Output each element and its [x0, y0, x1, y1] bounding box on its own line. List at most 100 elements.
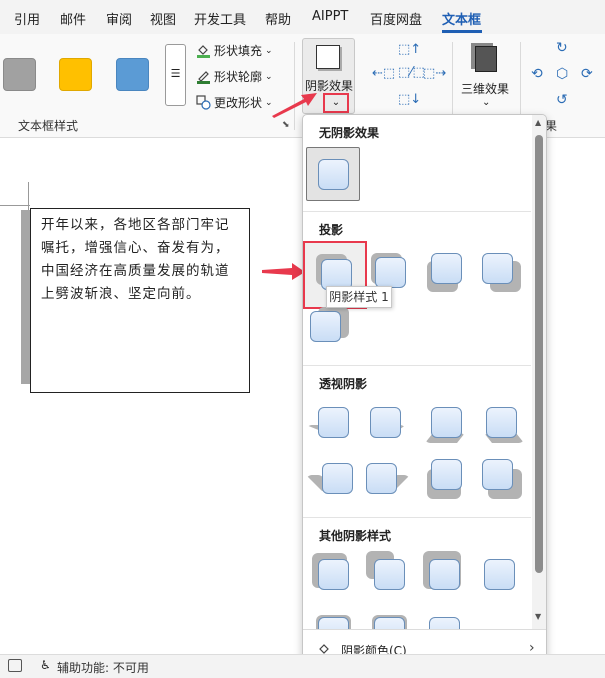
perspective-shadow-1-option[interactable]	[306, 399, 356, 445]
tilt-right-icon[interactable]: ⟳	[581, 66, 593, 82]
perspective-shadow-4-option[interactable]	[478, 399, 524, 445]
section-divider	[303, 365, 531, 366]
page-view-icon[interactable]	[8, 659, 22, 672]
chevron-down-icon: ⌄	[482, 97, 491, 108]
perspective-shadow-3-option[interactable]	[423, 399, 469, 445]
perspective-shadow-7-option[interactable]	[423, 455, 469, 501]
callout-arrow-icon	[262, 263, 305, 280]
section-drop-shadow: 投影	[319, 223, 344, 237]
tab-textbox[interactable]: 文本框	[442, 9, 481, 28]
shadow-on-off-icon[interactable]: ⬚⁄⬚	[398, 65, 425, 80]
tab-baidu-netdisk[interactable]: 百度网盘	[370, 9, 422, 28]
page-corner-mark	[0, 205, 30, 206]
option-preview	[482, 459, 513, 490]
no-shadow-option[interactable]	[306, 147, 360, 201]
nudge-shadow-right-icon[interactable]: ⬚⇢	[423, 66, 446, 81]
option-preview	[431, 407, 462, 438]
other-shadow-3-option[interactable]	[421, 551, 467, 597]
tab-mailings[interactable]: 邮件	[60, 9, 86, 28]
option-preview	[431, 253, 462, 284]
option-preview	[322, 463, 353, 494]
pen-icon	[196, 69, 211, 84]
option-preview	[318, 407, 349, 438]
shape-outline-label: 形状轮廓	[214, 70, 263, 84]
3d-cube-icon	[475, 46, 497, 72]
option-preview	[429, 559, 460, 590]
tab-view[interactable]: 视图	[150, 9, 176, 28]
menu-bar: 引用 邮件 审阅 视图 开发工具 帮助 AIPPT 百度网盘 文本框	[0, 0, 605, 34]
3d-effects-button[interactable]: 三维效果 ⌄	[461, 42, 513, 117]
accessibility-status[interactable]: 辅助功能: 不可用	[57, 659, 149, 676]
nudge-shadow-left-icon[interactable]: ⇠⬚	[372, 66, 395, 81]
shadow-effects-dropdown-toggle[interactable]: ⌄	[323, 93, 349, 113]
active-tab-indicator	[442, 30, 482, 33]
style-swatch-yellow[interactable]	[59, 58, 92, 91]
other-shadow-4-option[interactable]	[476, 551, 522, 597]
gallery-more-button[interactable]: ☰	[165, 44, 186, 106]
perspective-shadow-2-option[interactable]	[362, 399, 408, 445]
tilt-down-icon[interactable]: ↺	[556, 92, 568, 108]
shadow-effects-dropdown: 无阴影效果 投影 透视阴影 其他阴影样式 ▲ ▼ 阴影颜色(C) ›	[302, 114, 547, 670]
shadow-style-4-option[interactable]	[478, 249, 524, 295]
change-shape-label: 更改形状	[214, 96, 263, 110]
shadow-style-3-option[interactable]	[423, 249, 469, 295]
paint-bucket-icon	[196, 43, 211, 58]
chevron-down-icon: ⌄	[265, 71, 273, 82]
option-preview	[482, 253, 513, 284]
tab-help[interactable]: 帮助	[265, 9, 291, 28]
accessibility-icon[interactable]: ♿	[40, 658, 51, 672]
option-preview	[370, 407, 401, 438]
tab-review[interactable]: 审阅	[106, 9, 132, 28]
option-preview	[318, 559, 349, 590]
shape-fill-button[interactable]: 形状填充 ⌄	[196, 42, 273, 59]
option-preview	[375, 257, 406, 288]
shadow-square-icon	[316, 45, 340, 69]
change-shape-button[interactable]: 更改形状 ⌄	[196, 94, 273, 111]
option-preview	[484, 559, 515, 590]
scrollbar-thumb[interactable]	[535, 135, 543, 573]
status-bar: ♿ 辅助功能: 不可用	[0, 654, 605, 678]
text-box-content: 开年以来，各地区各部门牢记嘱托，增强信心、奋发有为，中国经济在高质量发展的轨道上…	[41, 217, 230, 302]
option-preview	[366, 463, 397, 494]
nudge-shadow-down-icon[interactable]: ⬚↓	[398, 92, 421, 107]
dialog-launcher-icon[interactable]: ⬊	[282, 120, 290, 130]
nudge-shadow-up-icon[interactable]: ⬚↑	[398, 42, 421, 57]
other-shadow-1-option[interactable]	[310, 551, 356, 597]
section-perspective: 透视阴影	[319, 377, 368, 391]
scroll-up-icon[interactable]: ▲	[535, 118, 541, 127]
option-preview	[318, 159, 349, 190]
section-other-shadows: 其他阴影样式	[319, 529, 392, 543]
scroll-down-icon[interactable]: ▼	[535, 612, 541, 621]
tilt-left-icon[interactable]: ⟲	[531, 66, 543, 82]
tab-developer[interactable]: 开发工具	[194, 9, 246, 28]
option-preview	[374, 559, 405, 590]
shapes-icon	[196, 95, 211, 110]
chevron-down-icon: ⌄	[331, 97, 341, 108]
tab-references[interactable]: 引用	[14, 9, 40, 28]
section-divider	[303, 517, 531, 518]
other-shadow-2-option[interactable]	[366, 551, 412, 597]
dropdown-scrollbar[interactable]: ▲ ▼	[532, 115, 546, 629]
perspective-shadow-5-option[interactable]	[306, 455, 356, 501]
chevron-down-icon: ⌄	[265, 45, 273, 56]
3d-effects-label: 三维效果	[461, 82, 510, 96]
gallery-more-icon: ☰	[170, 67, 181, 80]
option-preview	[310, 311, 341, 342]
section-divider	[303, 211, 531, 212]
style-swatch-blue[interactable]	[116, 58, 149, 91]
textbox-styles-group-label: 文本框样式	[18, 119, 79, 133]
perspective-shadow-6-option[interactable]	[362, 455, 410, 501]
shape-outline-button[interactable]: 形状轮廓 ⌄	[196, 68, 273, 85]
option-preview	[486, 407, 517, 438]
tab-aippt[interactable]: AIPPT	[312, 9, 348, 24]
tooltip: 阴影样式 1	[326, 286, 392, 308]
tilt-up-icon[interactable]: ↻	[556, 40, 568, 56]
option-preview	[431, 459, 462, 490]
shadow-style-5-option[interactable]	[306, 303, 352, 349]
section-no-shadow: 无阴影效果	[319, 126, 380, 140]
text-box[interactable]: 开年以来，各地区各部门牢记嘱托，增强信心、奋发有为，中国经济在高质量发展的轨道上…	[30, 208, 250, 393]
perspective-shadow-8-option[interactable]	[478, 455, 524, 501]
style-swatch-gray[interactable]	[3, 58, 36, 91]
3d-toggle-icon[interactable]: ⬡	[556, 66, 568, 82]
shape-fill-label: 形状填充	[214, 44, 263, 58]
